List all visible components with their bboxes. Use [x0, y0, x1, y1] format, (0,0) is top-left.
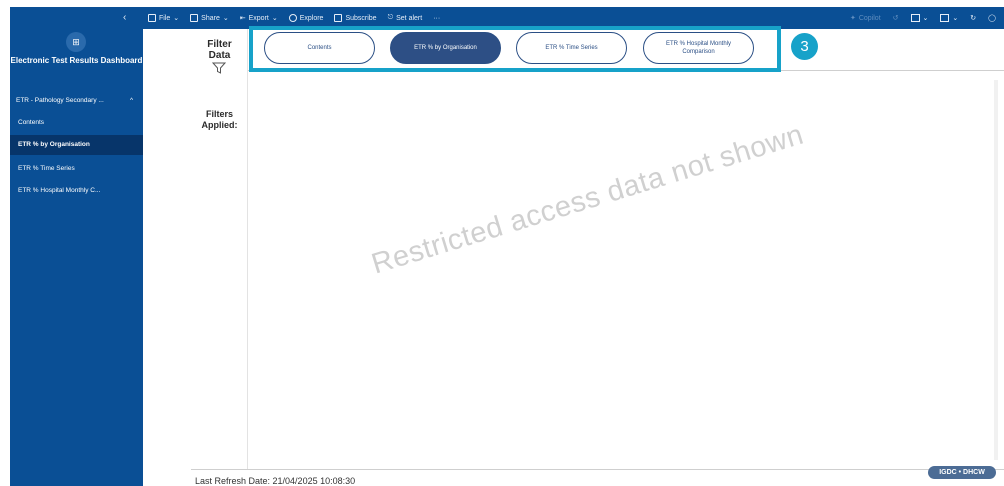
view-icon [940, 14, 950, 22]
report-canvas [143, 29, 1004, 486]
chevron-down-icon: ⌄ [222, 15, 229, 22]
filter-panel: Filter Data Filters Applied: [191, 29, 248, 469]
footer-divider [191, 469, 1004, 470]
chevron-down-icon: ⌄ [922, 15, 929, 22]
toolbar-right: ✦ Copilot ↺ ⌄ ⌄ ↻ ◯ [850, 7, 996, 29]
more-button[interactable]: ··· [433, 15, 440, 22]
igdc-dhcw-badge: IGDC • DHCW [928, 466, 996, 479]
export-icon: ⇤ [239, 15, 246, 22]
more-icon: ··· [433, 14, 441, 22]
file-menu[interactable]: File ⌄ [148, 14, 179, 22]
explore-button[interactable]: Explore [288, 14, 324, 22]
nav-item-etr-time-series[interactable]: ETR % Time Series [10, 159, 143, 179]
dashboard-logo-icon: ⊞ [66, 32, 86, 52]
set-alert-button[interactable]: ⎋ Set alert [388, 14, 423, 22]
view-menu[interactable]: ⌄ [940, 14, 958, 22]
vertical-scrollbar[interactable] [994, 80, 998, 460]
set-alert-label: Set alert [396, 14, 423, 22]
navigation-pane: ⊞ Electronic Test Results Dashboard ETR … [10, 29, 143, 486]
step-number-badge: 3 [791, 33, 818, 60]
chevron-down-icon: ⌄ [173, 15, 180, 22]
filter-data-label: Filter Data [207, 39, 232, 61]
filters-applied-label: Filters Applied: [201, 109, 238, 130]
refresh-icon[interactable]: ↻ [970, 14, 976, 22]
bookmark-menu[interactable]: ⌄ [910, 14, 929, 22]
bell-icon: ⎋ [387, 14, 394, 21]
nav-group-header[interactable]: ETR - Pathology Secondary ... ^ [16, 97, 143, 104]
copilot-icon: ✦ [849, 15, 856, 22]
filter-icon[interactable] [212, 62, 226, 74]
dashboard-title: Electronic Test Results Dashboard [10, 56, 143, 65]
left-gutter [0, 0, 10, 486]
tab-etr-time-series[interactable]: ETR % Time Series [516, 32, 627, 64]
last-refresh-date: Last Refresh Date: 21/04/2025 10:08:30 [195, 476, 356, 486]
chevron-up-icon: ^ [129, 97, 133, 104]
share-menu[interactable]: Share ⌄ [190, 14, 229, 22]
copilot-label: Copilot [858, 14, 881, 22]
subscribe-label: Subscribe [345, 14, 377, 22]
tab-etr-by-organisation[interactable]: ETR % by Organisation [390, 32, 501, 64]
share-icon [190, 14, 199, 22]
tab-etr-hospital-monthly-comparison[interactable]: ETR % Hospital Monthly Comparison [643, 32, 754, 64]
subscribe-button[interactable]: Subscribe [334, 14, 377, 22]
tab-contents[interactable]: Contents [264, 32, 375, 64]
report-window: ‹ File ⌄ Share ⌄ ⇤ Export ⌄ Explore Subs… [0, 0, 1004, 486]
explore-label: Explore [299, 14, 324, 22]
chevron-down-icon: ⌄ [271, 15, 278, 22]
chevron-left-icon[interactable]: ‹ [123, 12, 126, 23]
nav-item-etr-by-organisation[interactable]: ETR % by Organisation [10, 135, 143, 155]
comment-icon[interactable]: ◯ [988, 14, 996, 22]
file-icon [148, 14, 156, 22]
explore-icon [288, 14, 297, 22]
export-label: Export [248, 14, 269, 22]
chevron-down-icon: ⌄ [952, 15, 959, 22]
nav-item-etr-hospital-monthly[interactable]: ETR % Hospital Monthly C... [10, 181, 143, 201]
copilot-button[interactable]: ✦ Copilot [849, 14, 881, 23]
file-label: File [159, 14, 171, 22]
nav-item-contents[interactable]: Contents [10, 113, 143, 133]
export-menu[interactable]: ⇤ Export ⌄ [239, 14, 278, 23]
undo-icon[interactable]: ↺ [893, 14, 899, 22]
nav-group-label: ETR - Pathology Secondary ... [16, 97, 104, 104]
bookmark-icon [910, 14, 920, 22]
subscribe-icon [334, 14, 343, 22]
share-label: Share [201, 14, 220, 22]
